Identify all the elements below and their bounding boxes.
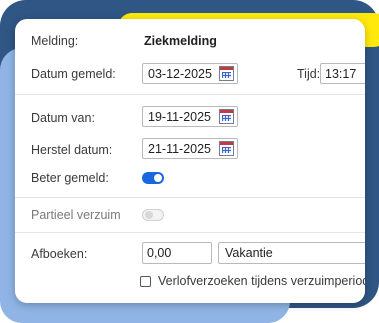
tijd-value: 13:17 xyxy=(325,67,357,81)
beter-gemeld-label: Beter gemeld: xyxy=(31,171,109,185)
datum-gemeld-field[interactable]: 03-12-2025 xyxy=(142,63,238,84)
herstel-datum-value: 21-11-2025 xyxy=(148,142,212,156)
afboeken-type-select[interactable]: Vakantie xyxy=(218,242,365,264)
calendar-icon[interactable] xyxy=(219,109,234,124)
sick-report-form-card: Melding: Ziekmelding Datum gemeld: 03-12… xyxy=(15,19,365,303)
verlof-checkbox-label: Verlofverzoeken tijdens verzuimperiode v xyxy=(158,274,365,288)
datum-van-label: Datum van: xyxy=(31,111,95,125)
melding-label: Melding: xyxy=(31,34,79,48)
herstel-datum-label: Herstel datum: xyxy=(31,143,113,157)
datum-van-value: 19-11-2025 xyxy=(148,110,212,124)
tijd-field[interactable]: 13:17 xyxy=(320,63,365,84)
afboeken-type-value: Vakantie xyxy=(225,246,273,260)
datum-van-field[interactable]: 19-11-2025 xyxy=(142,106,238,127)
afboeken-amount-field[interactable]: 0,00 xyxy=(142,242,212,264)
melding-value: Ziekmelding xyxy=(144,34,217,48)
divider xyxy=(15,94,365,95)
herstel-datum-field[interactable]: 21-11-2025 xyxy=(142,138,238,159)
afboeken-label: Afboeken: xyxy=(31,247,88,261)
beter-gemeld-toggle[interactable] xyxy=(142,172,164,184)
partieel-verzuim-label: Partieel verzuim xyxy=(31,208,121,222)
datum-gemeld-value: 03-12-2025 xyxy=(148,67,212,81)
afboeken-amount-value: 0,00 xyxy=(147,246,172,260)
divider xyxy=(15,232,365,233)
divider xyxy=(15,197,365,198)
calendar-icon[interactable] xyxy=(219,66,234,81)
calendar-icon[interactable] xyxy=(219,141,234,156)
verlof-checkbox[interactable] xyxy=(140,276,151,287)
tijd-label: Tijd: xyxy=(297,67,321,81)
partieel-verzuim-toggle[interactable] xyxy=(142,209,164,221)
datum-gemeld-label: Datum gemeld: xyxy=(31,67,116,81)
